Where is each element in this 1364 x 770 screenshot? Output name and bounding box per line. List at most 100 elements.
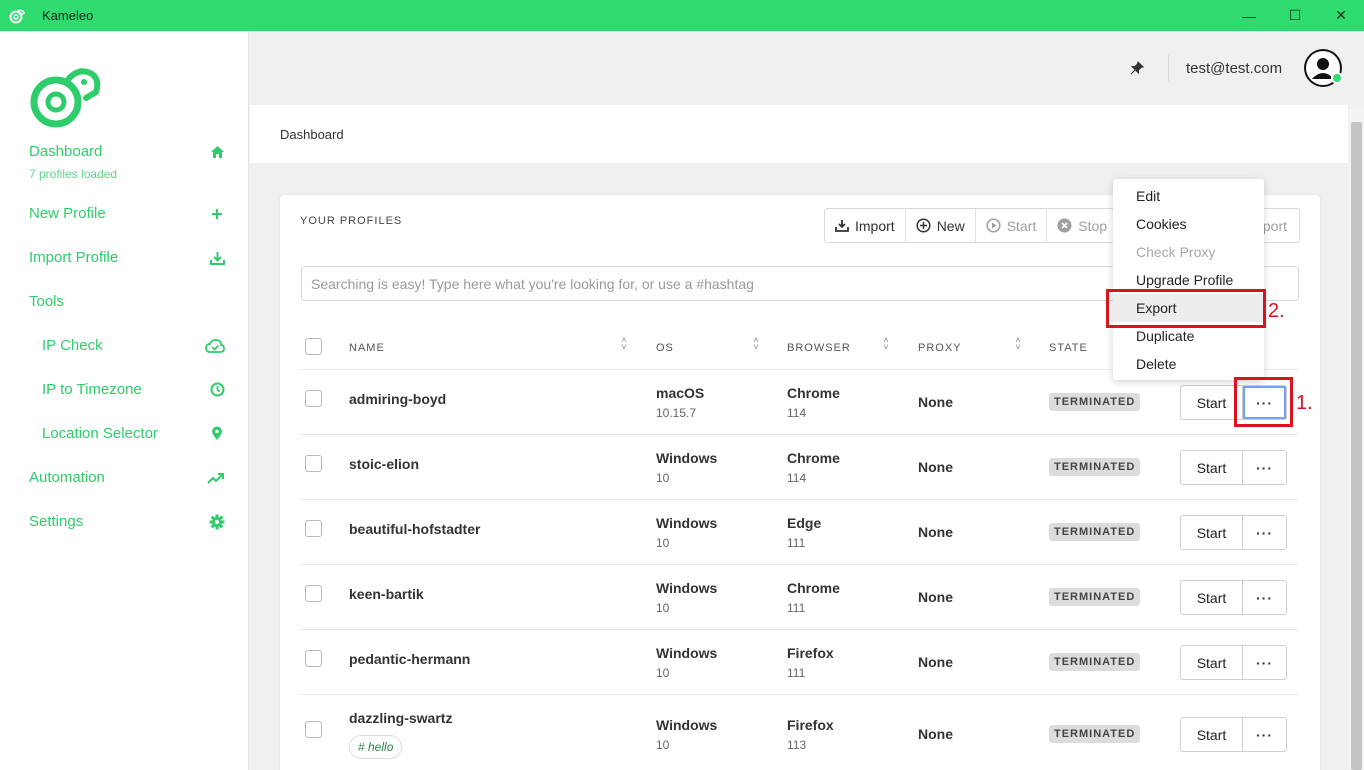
sort-icon[interactable]: ˄ ˅ (881, 336, 891, 352)
row-checkbox[interactable] (305, 650, 322, 667)
scrollbar-thumb[interactable] (1351, 122, 1362, 770)
sort-icon[interactable]: ˄ ˅ (751, 336, 761, 352)
browser-name: Firefox (787, 645, 834, 661)
profile-name[interactable]: admiring-boyd (349, 391, 446, 407)
start-profile-button[interactable]: Start (1181, 516, 1243, 549)
row-actions: Start ··· (1180, 717, 1287, 752)
nav-new-profile[interactable]: New Profile (29, 205, 225, 222)
title-bar: Kameleo — ☐ ✕ (0, 0, 1364, 31)
row-checkbox[interactable] (305, 721, 322, 738)
column-header-proxy[interactable]: PROXY (918, 342, 962, 354)
nav-ip-to-timezone[interactable]: IP to Timezone (42, 381, 225, 398)
minimize-button[interactable]: — (1226, 0, 1272, 31)
profile-name[interactable]: pedantic-hermann (349, 651, 470, 667)
hashtag-badge[interactable]: # hello (349, 735, 403, 759)
nav-dashboard[interactable]: Dashboard (29, 143, 225, 160)
status-badge: TERMINATED (1049, 588, 1141, 606)
close-button[interactable]: ✕ (1318, 0, 1364, 31)
browser-name: Chrome (787, 385, 840, 401)
nav-location-selector[interactable]: Location Selector (42, 425, 225, 442)
proxy-value: None (918, 459, 953, 475)
breadcrumb-item[interactable]: Dashboard (280, 127, 344, 142)
home-icon (209, 144, 225, 160)
start-button[interactable]: Start (976, 209, 1048, 242)
row-checkbox[interactable] (305, 520, 322, 537)
more-options-button[interactable]: ··· (1243, 451, 1286, 484)
browser-version: 111 (787, 601, 806, 615)
nav-dashboard-label: Dashboard (29, 143, 103, 160)
start-profile-button[interactable]: Start (1181, 581, 1243, 614)
row-checkbox[interactable] (305, 455, 322, 472)
more-options-button[interactable]: ··· (1243, 646, 1286, 679)
os-name: Windows (656, 515, 718, 531)
menu-item-edit[interactable]: Edit (1113, 182, 1264, 210)
row-checkbox[interactable] (305, 585, 322, 602)
nav-settings[interactable]: Settings (29, 513, 225, 530)
select-all-checkbox[interactable] (305, 338, 322, 355)
export-label: port (1262, 217, 1287, 234)
new-button[interactable]: New (906, 209, 976, 242)
column-header-os[interactable]: OS (656, 342, 674, 354)
stop-icon (1057, 218, 1072, 233)
os-name: macOS (656, 385, 705, 401)
os-version: 10.15.7 (656, 406, 697, 420)
start-profile-button[interactable]: Start (1181, 451, 1243, 484)
annotation-highlight-more (1234, 377, 1293, 427)
column-header-name[interactable]: NAME (349, 342, 385, 354)
profile-name[interactable]: beautiful-hofstadter (349, 521, 480, 537)
nav-label: IP Check (42, 337, 103, 354)
stop-label: Stop (1078, 217, 1108, 234)
nav-label: Tools (29, 293, 65, 310)
browser-version: 113 (787, 738, 807, 752)
more-options-button[interactable]: ··· (1243, 718, 1286, 751)
profile-context-menu: Edit Cookies Check Proxy Upgrade Profile… (1113, 179, 1264, 380)
import-icon (209, 250, 225, 266)
nav-automation[interactable]: Automation (29, 469, 225, 486)
more-options-button[interactable]: ··· (1243, 581, 1286, 614)
maximize-button[interactable]: ☐ (1272, 0, 1318, 31)
sidebar: Dashboard 7 profiles loaded New Profile … (0, 31, 249, 770)
row-divider (300, 434, 1298, 435)
os-version: 10 (656, 601, 670, 615)
profile-name[interactable]: keen-bartik (349, 586, 424, 602)
row-divider (300, 499, 1298, 500)
proxy-value: None (918, 589, 953, 605)
row-actions: Start ··· (1180, 515, 1287, 550)
user-email[interactable]: test@test.com (1186, 60, 1282, 77)
pin-icon[interactable] (1130, 61, 1144, 75)
sort-icon[interactable]: ˄ ˅ (619, 336, 629, 352)
column-header-state[interactable]: STATE (1049, 342, 1088, 354)
row-actions: Start ··· (1180, 580, 1287, 615)
os-version: 10 (656, 536, 670, 550)
gear-icon (209, 514, 225, 530)
nav-import-profile[interactable]: Import Profile (29, 249, 225, 266)
menu-item-check-proxy[interactable]: Check Proxy (1113, 238, 1264, 266)
row-checkbox[interactable] (305, 390, 322, 407)
column-header-browser[interactable]: BROWSER (787, 342, 851, 354)
nav-tools[interactable]: Tools (29, 293, 225, 310)
sort-icon[interactable]: ˄ ˅ (1013, 336, 1023, 352)
browser-version: 111 (787, 666, 806, 680)
nav-label: IP to Timezone (42, 381, 142, 398)
online-status-dot (1331, 72, 1343, 84)
nav-ip-check[interactable]: IP Check (42, 337, 225, 354)
browser-version: 114 (787, 406, 807, 420)
browser-name: Firefox (787, 717, 834, 733)
status-badge: TERMINATED (1049, 523, 1141, 541)
add-circle-icon (916, 218, 931, 233)
start-profile-button[interactable]: Start (1181, 646, 1243, 679)
more-options-button[interactable]: ··· (1243, 516, 1286, 549)
profile-name[interactable]: stoic-elion (349, 456, 419, 472)
import-button[interactable]: Import (825, 209, 906, 242)
menu-item-delete[interactable]: Delete (1113, 350, 1264, 378)
import-icon (835, 220, 849, 232)
start-profile-button[interactable]: Start (1181, 718, 1243, 751)
profile-name[interactable]: dazzling-swartz (349, 710, 452, 726)
clock-icon (209, 382, 225, 398)
stop-button[interactable]: Stop (1047, 209, 1119, 242)
menu-item-cookies[interactable]: Cookies (1113, 210, 1264, 238)
nav-label: New Profile (29, 205, 106, 222)
window-title: Kameleo (42, 8, 94, 23)
nav-label: Import Profile (29, 249, 119, 266)
profiles-loaded-caption: 7 profiles loaded (29, 167, 118, 181)
